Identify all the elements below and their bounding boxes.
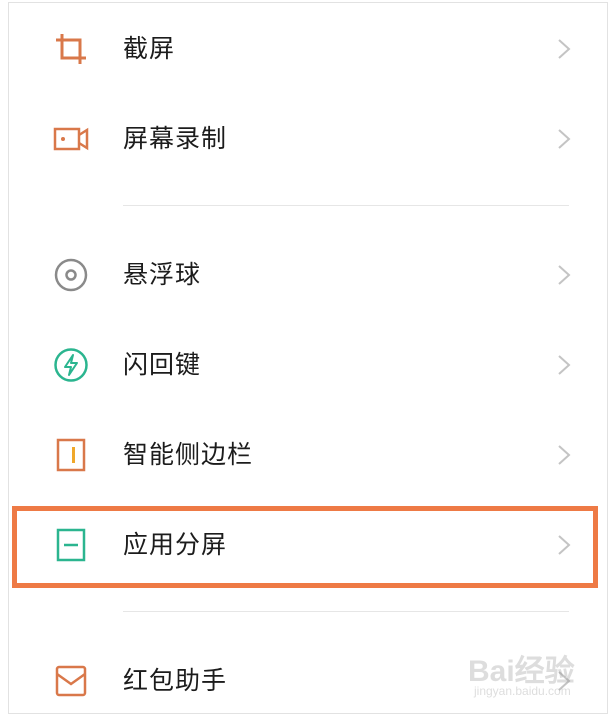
chevron-right-icon — [557, 264, 571, 286]
menu-item-label: 智能侧边栏 — [123, 440, 254, 469]
menu-item-smart-sidebar[interactable]: 智能侧边栏 — [9, 415, 609, 495]
menu-item-label: 截屏 — [123, 34, 176, 63]
menu-item-label: 闪回键 — [123, 350, 202, 379]
floating-ball-icon — [53, 257, 89, 293]
red-envelope-icon — [53, 663, 89, 699]
smart-sidebar-icon — [53, 437, 89, 473]
flashback-key-icon — [53, 347, 89, 383]
menu-item-screenshot[interactable]: 截屏 — [9, 9, 609, 89]
section-divider — [123, 205, 569, 206]
menu-item-label: 悬浮球 — [123, 260, 202, 289]
chevron-right-icon — [557, 354, 571, 376]
menu-item-screen-recording[interactable]: 屏幕录制 — [9, 99, 609, 179]
menu-item-label: 红包助手 — [123, 666, 228, 695]
chevron-right-icon — [557, 128, 571, 150]
chevron-right-icon — [557, 38, 571, 60]
chevron-right-icon — [557, 534, 571, 556]
split-screen-icon — [53, 527, 89, 563]
menu-item-red-envelope-assistant[interactable]: 红包助手 — [9, 641, 609, 721]
menu-item-label: 屏幕录制 — [123, 124, 228, 153]
menu-item-floating-ball[interactable]: 悬浮球 — [9, 235, 609, 315]
section-divider — [123, 611, 569, 612]
settings-panel: 截屏 屏幕录制 悬浮球 闪回键 智能侧边栏 应用分屏 红包助手 — [8, 2, 608, 714]
menu-item-split-screen[interactable]: 应用分屏 — [9, 505, 609, 585]
crop-icon — [53, 31, 89, 67]
menu-item-label: 应用分屏 — [123, 530, 228, 559]
chevron-right-icon — [557, 670, 571, 692]
chevron-right-icon — [557, 444, 571, 466]
menu-item-flashback-key[interactable]: 闪回键 — [9, 325, 609, 405]
screen-record-icon — [53, 121, 89, 157]
